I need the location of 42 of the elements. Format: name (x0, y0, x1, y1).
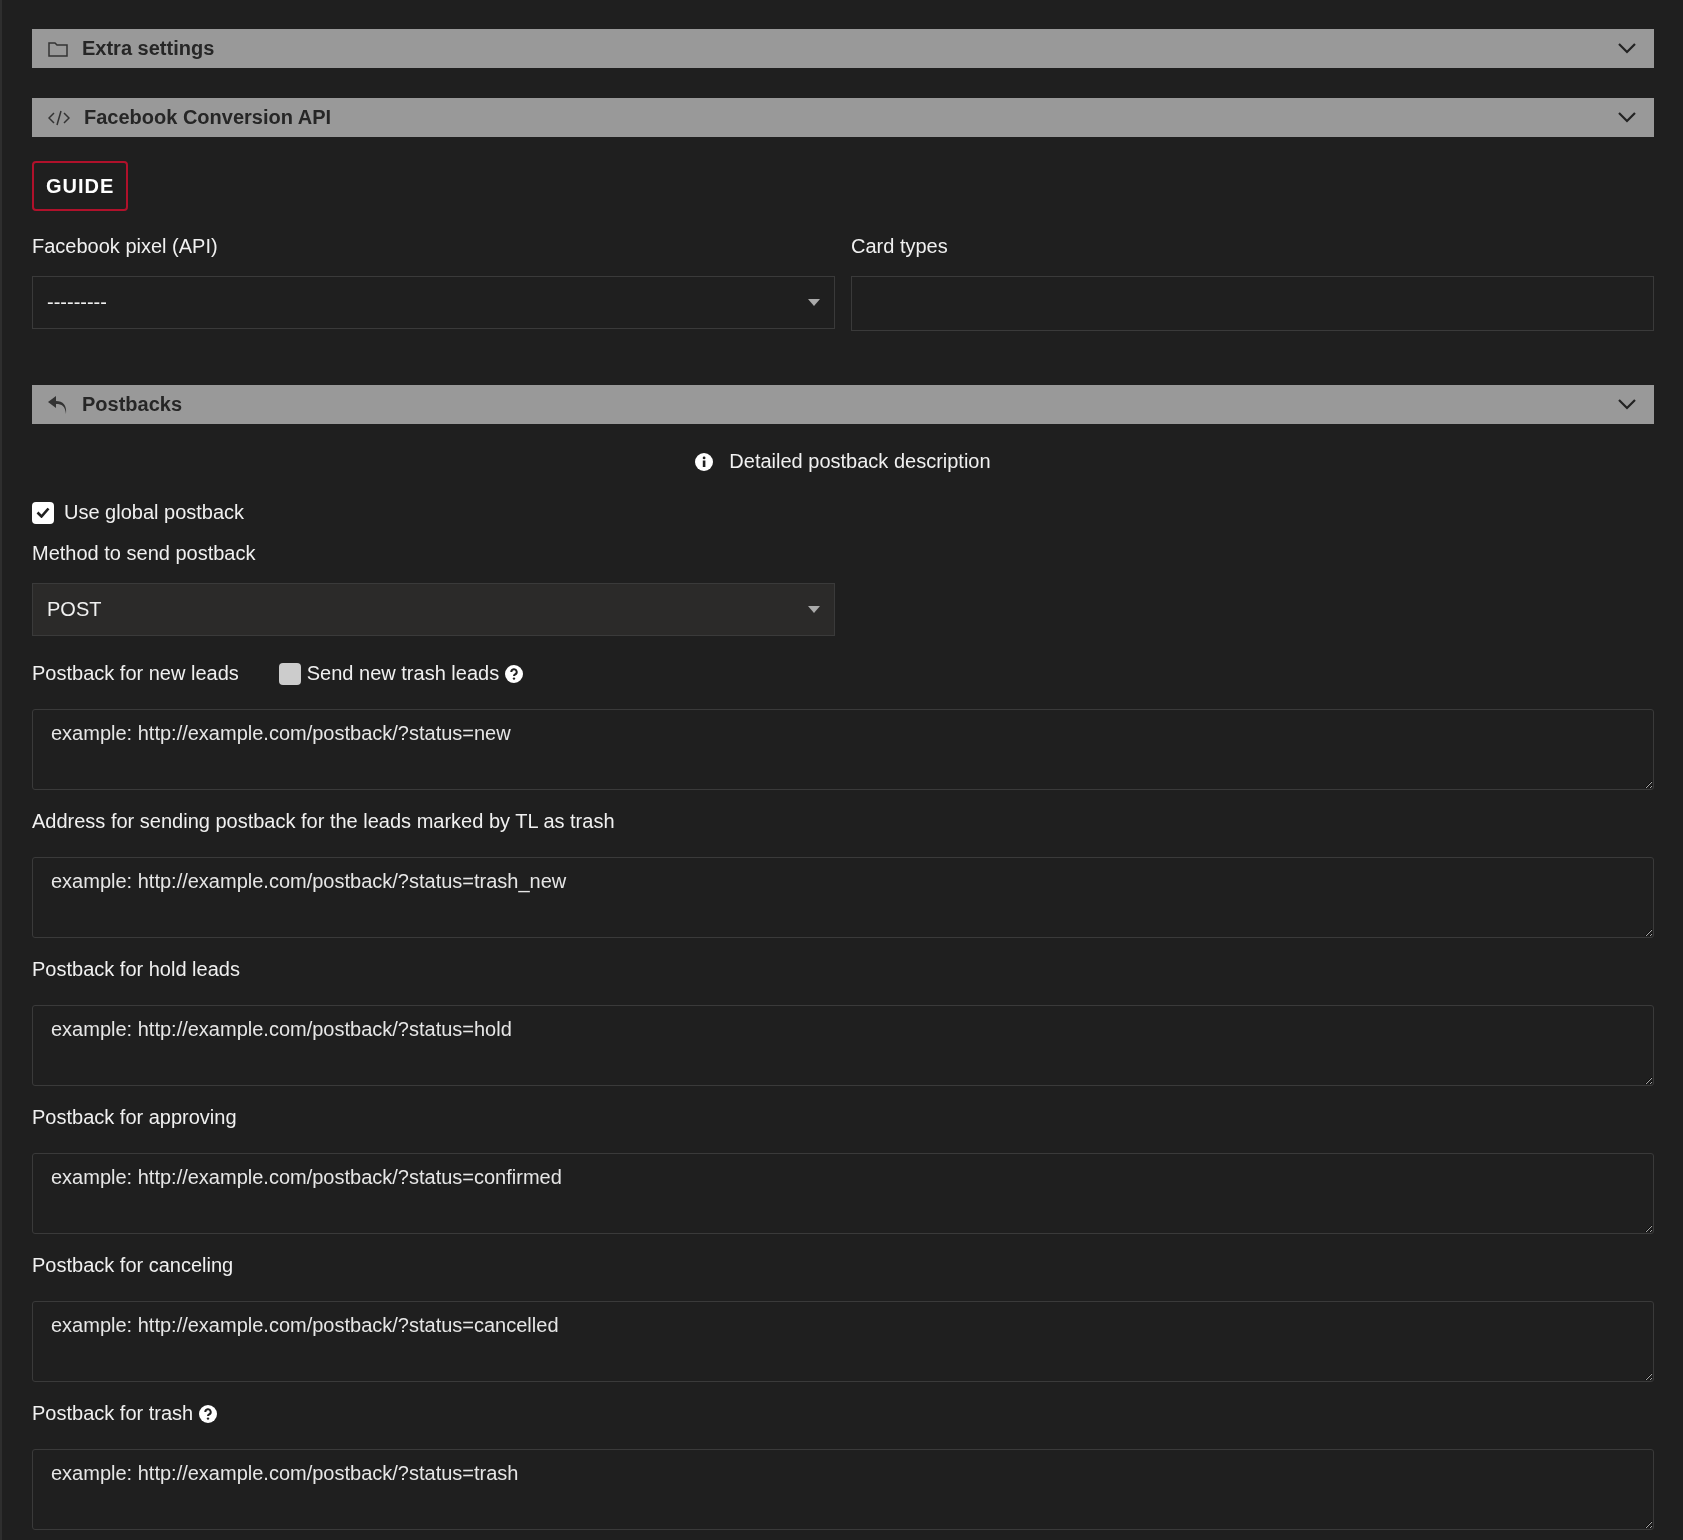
checkmark-icon (36, 507, 50, 518)
section-title: Extra settings (82, 37, 216, 60)
chevron-down-icon[interactable] (1618, 43, 1636, 54)
section-header[interactable]: Facebook Conversion API (32, 98, 1654, 137)
field-label: Postback for canceling (32, 1254, 234, 1277)
checkbox[interactable] (278, 662, 301, 685)
field-label: Postback for approving (32, 1106, 237, 1129)
section-header[interactable]: Extra settings (32, 29, 1654, 68)
code-icon (48, 109, 70, 126)
field-label: Postback for trash (32, 1402, 194, 1425)
url-input-field[interactable]: example: http://example.com/postback/?status=cancelled (32, 1301, 1654, 1382)
description-link[interactable]: Detailed postback description (729, 450, 991, 473)
field-label: Card types (851, 235, 949, 258)
checkbox-label: Use global postback (64, 501, 245, 524)
field-label: Postback for hold leads (32, 958, 240, 981)
section-title: Facebook Conversion API (84, 106, 333, 129)
url-input-field[interactable]: example: http://example.com/postback/?status=hold (32, 1005, 1654, 1086)
checkbox[interactable] (32, 501, 54, 524)
field-label: Facebook pixel (API) (32, 235, 219, 258)
field-label: Postback for new leads (32, 662, 239, 685)
section-title: Postbacks (82, 393, 184, 416)
chevron-down-icon[interactable] (1618, 112, 1636, 123)
guide-button[interactable]: GUIDE (32, 161, 129, 211)
input-field[interactable] (851, 276, 1654, 331)
url-input-field[interactable]: example: http://example.com/postback/?status=trash (32, 1449, 1654, 1530)
url-input-field[interactable]: example: http://example.com/postback/?status=confirmed (32, 1153, 1654, 1234)
section-header[interactable]: Postbacks (32, 385, 1654, 424)
url-input-field[interactable]: example: http://example.com/postback/?status=trash_new (32, 857, 1654, 938)
info-icon (695, 452, 714, 471)
select-field[interactable]: --------- (32, 276, 835, 329)
checkbox-label: Send new trash leads (306, 662, 500, 685)
chevron-down-icon[interactable] (1618, 399, 1636, 410)
folder-icon (48, 40, 68, 57)
help-icon[interactable] (199, 1404, 218, 1423)
select-field[interactable]: POST (32, 583, 835, 636)
caret-icon (808, 299, 820, 306)
help-icon[interactable] (505, 664, 524, 683)
caret-icon (808, 606, 820, 613)
field-label: Address for sending postback for the leads marked by TL as trash (32, 810, 615, 833)
url-input-field[interactable]: example: http://example.com/postback/?status=new (32, 709, 1654, 790)
field-label: Method to send postback (32, 542, 257, 565)
reply-arrow-icon (48, 395, 68, 414)
